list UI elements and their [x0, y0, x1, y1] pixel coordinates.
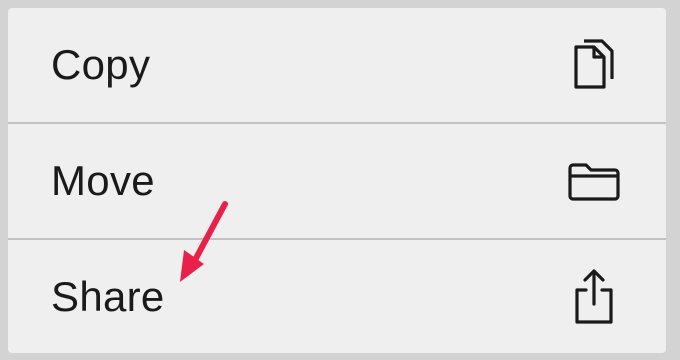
folder-icon — [566, 151, 622, 211]
screenshot-frame: Copy Move Share — [0, 0, 680, 360]
menu-item-copy[interactable]: Copy — [8, 8, 666, 122]
share-icon — [566, 267, 622, 327]
menu-item-label: Share — [51, 273, 165, 320]
menu-item-label: Copy — [51, 41, 151, 88]
menu-item-share[interactable]: Share — [8, 240, 666, 353]
menu-item-move[interactable]: Move — [8, 124, 666, 238]
context-menu: Copy Move Share — [8, 8, 666, 353]
copy-icon — [566, 35, 622, 95]
menu-item-label: Move — [51, 157, 155, 204]
